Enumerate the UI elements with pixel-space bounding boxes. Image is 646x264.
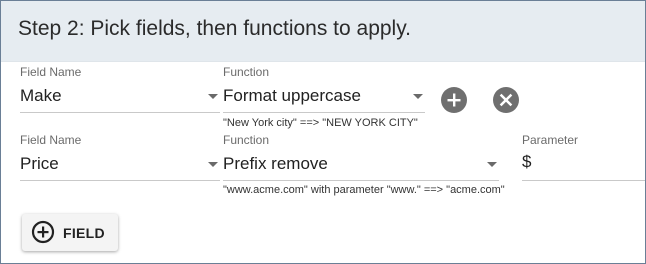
add-field-button[interactable]: FIELD (22, 214, 118, 251)
field-name-label: Field Name (20, 133, 82, 147)
function-label: Function (223, 65, 270, 79)
step-header: Step 2: Pick fields, then functions to a… (1, 1, 645, 62)
function-select[interactable]: Prefix remove (223, 150, 499, 181)
function-example: "www.acme.com" with parameter "www." ==>… (223, 184, 505, 196)
parameter-input[interactable] (522, 152, 645, 172)
x-circle-icon (499, 93, 513, 107)
function-select[interactable]: Format uppercase (223, 82, 425, 113)
step-title: Step 2: Pick fields, then functions to a… (18, 17, 412, 40)
function-label: Function (223, 133, 270, 147)
field-name-value: Make (20, 86, 62, 105)
step-panel: Step 2: Pick fields, then functions to a… (0, 0, 646, 264)
function-example: "New York city" ==> "NEW YORK CITY" (223, 117, 418, 129)
remove-row-button[interactable] (493, 87, 519, 113)
add-field-label: FIELD (63, 225, 105, 241)
dropdown-arrow-icon (413, 94, 423, 99)
dropdown-arrow-icon (487, 162, 497, 167)
field-name-value: Price (20, 154, 59, 173)
field-name-label: Field Name (20, 65, 82, 79)
plus-circle-icon (447, 93, 461, 107)
parameter-field[interactable] (522, 150, 645, 181)
parameter-label: Parameter (522, 133, 579, 147)
add-function-button[interactable] (441, 87, 467, 113)
field-name-select[interactable]: Make (20, 82, 220, 113)
dropdown-arrow-icon (208, 162, 218, 167)
field-name-select[interactable]: Price (20, 150, 220, 181)
function-value: Prefix remove (223, 154, 328, 173)
dropdown-arrow-icon (208, 94, 218, 99)
function-value: Format uppercase (223, 86, 361, 105)
plus-circle-outline-icon (31, 220, 55, 244)
